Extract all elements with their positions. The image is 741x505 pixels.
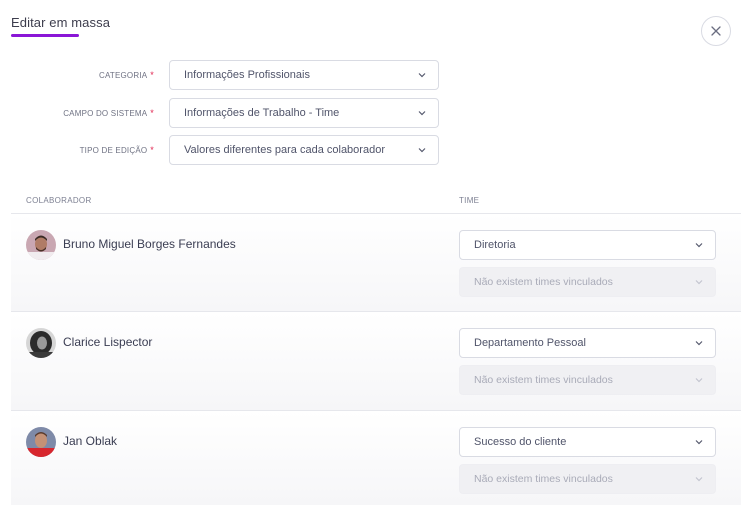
subteam-select: Não existem times vinculados xyxy=(459,464,716,494)
employee-name: Clarice Lispector xyxy=(63,335,153,349)
team-select[interactable]: Departamento Pessoal xyxy=(459,328,716,358)
bulk-edit-modal: Editar em massa CATEGORIA * Informações P… xyxy=(0,0,741,505)
modal-header: Editar em massa xyxy=(11,15,111,37)
category-label: CATEGORIA * xyxy=(98,70,154,80)
chevron-down-icon xyxy=(695,341,703,346)
modal-title: Editar em massa xyxy=(11,15,111,30)
chevron-down-icon xyxy=(418,111,426,116)
system-field-label: CAMPO DO SISTEMA * xyxy=(63,108,154,118)
system-field-select[interactable]: Informações de Trabalho - Time xyxy=(169,98,439,128)
avatar xyxy=(26,230,56,260)
edit-type-field: TIPO DE EDIÇÃO * Valores diferentes para … xyxy=(0,135,440,165)
chevron-down-icon xyxy=(695,477,703,482)
team-value: Departamento Pessoal xyxy=(474,337,586,349)
edit-type-select[interactable]: Valores diferentes para cada colaborador xyxy=(169,135,439,165)
column-header-team: TIME xyxy=(459,196,480,205)
title-underline xyxy=(11,34,79,37)
subteam-placeholder: Não existem times vinculados xyxy=(474,276,613,288)
table-row: Clarice Lispector Departamento Pessoal N… xyxy=(11,311,741,410)
table-row: Jan Oblak Sucesso do cliente Não existem… xyxy=(11,410,741,505)
system-field-field: CAMPO DO SISTEMA * Informações de Trabalh… xyxy=(0,98,440,128)
employee-name: Jan Oblak xyxy=(63,434,118,448)
chevron-down-icon xyxy=(418,73,426,78)
chevron-down-icon xyxy=(695,243,703,248)
avatar xyxy=(26,427,56,457)
chevron-down-icon xyxy=(695,440,703,445)
system-field-value: Informações de Trabalho - Time xyxy=(184,107,340,119)
subteam-placeholder: Não existem times vinculados xyxy=(474,374,613,386)
team-value: Sucesso do cliente xyxy=(474,436,567,448)
category-select[interactable]: Informações Profissionais xyxy=(169,60,439,90)
edit-type-value: Valores diferentes para cada colaborador xyxy=(184,144,385,156)
category-value: Informações Profissionais xyxy=(184,69,310,81)
team-select[interactable]: Sucesso do cliente xyxy=(459,427,716,457)
employee-name: Bruno Miguel Borges Fernandes xyxy=(63,237,236,251)
avatar xyxy=(26,328,56,358)
close-icon xyxy=(711,26,721,36)
chevron-down-icon xyxy=(418,148,426,153)
column-header-employee: COLABORADOR xyxy=(26,196,92,205)
subteam-select: Não existem times vinculados xyxy=(459,365,716,395)
chevron-down-icon xyxy=(695,280,703,285)
team-select[interactable]: Diretoria xyxy=(459,230,716,260)
subteam-select: Não existem times vinculados xyxy=(459,267,716,297)
table-row: Bruno Miguel Borges Fernandes Diretoria … xyxy=(11,213,741,311)
edit-type-label: TIPO DE EDIÇÃO * xyxy=(79,145,154,155)
category-field: CATEGORIA * Informações Profissionais xyxy=(0,60,440,90)
subteam-placeholder: Não existem times vinculados xyxy=(474,473,613,485)
team-value: Diretoria xyxy=(474,239,516,251)
chevron-down-icon xyxy=(695,378,703,383)
close-button[interactable] xyxy=(701,16,731,46)
